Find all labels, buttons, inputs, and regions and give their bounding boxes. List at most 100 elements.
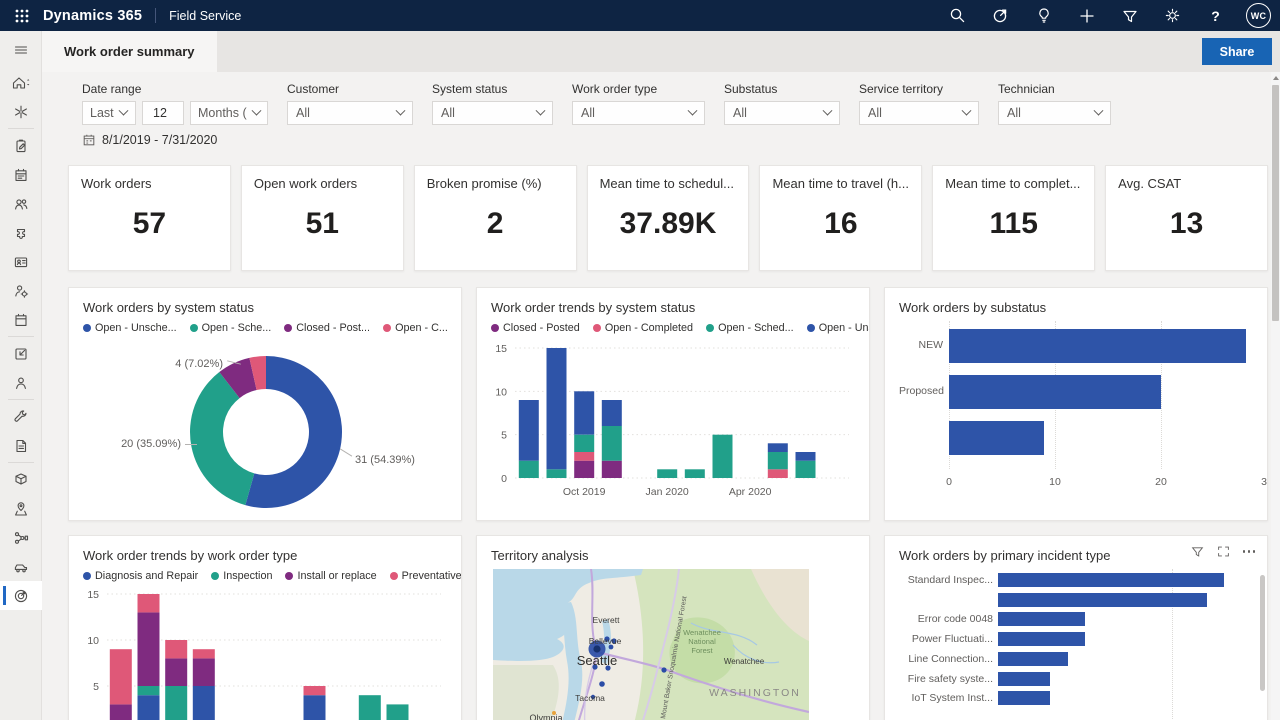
bar-segment[interactable] <box>796 461 816 478</box>
bar-segment[interactable] <box>602 426 622 461</box>
bar-segment[interactable] <box>574 435 594 452</box>
bar-segment[interactable] <box>574 461 594 478</box>
filter-icon[interactable] <box>1108 0 1151 31</box>
chart-card-substatus[interactable]: Work orders by substatus 0102030NEWPropo… <box>884 287 1268 521</box>
visual-scrollbar-thumb[interactable] <box>1260 575 1265 691</box>
sidebar-item-recent-hub-icon[interactable] <box>0 97 42 126</box>
chart-card-primary-incident-type[interactable]: Work orders by primary incident type Sta… <box>884 535 1268 720</box>
sidebar-item-dashboards-selected[interactable] <box>0 581 42 610</box>
bar-segment[interactable] <box>138 695 160 720</box>
bar[interactable] <box>998 612 1085 626</box>
sidebar-item-invoice-icon[interactable] <box>0 431 42 460</box>
bar-segment[interactable] <box>796 452 816 461</box>
sidebar-item-bookings-calendar-icon[interactable] <box>0 305 42 334</box>
kpi-card[interactable]: Mean time to complet...115 <box>932 165 1095 271</box>
chart-card-system-status-donut[interactable]: Work orders by system status Open - Unsc… <box>68 287 462 521</box>
bar-segment[interactable] <box>165 640 187 658</box>
bar[interactable] <box>998 593 1207 607</box>
kpi-card[interactable]: Avg. CSAT13 <box>1105 165 1268 271</box>
bar-segment[interactable] <box>547 348 567 469</box>
chart-card-trends-system-status[interactable]: Work order trends by system status Close… <box>476 287 870 521</box>
sidebar-item-schedule-calendar-icon[interactable] <box>0 160 42 189</box>
bar-segment[interactable] <box>713 435 733 478</box>
hamburger-menu-icon[interactable] <box>0 31 42 68</box>
scroll-up-arrow-icon[interactable] <box>1273 76 1279 80</box>
bar-segment[interactable] <box>110 704 132 720</box>
bar[interactable] <box>998 652 1068 666</box>
bar-segment[interactable] <box>165 686 187 720</box>
sidebar-item-territory-pin-icon[interactable] <box>0 494 42 523</box>
sidebar-item-tasks-clipboard-icon[interactable] <box>0 131 42 160</box>
territory-map[interactable]: Everett Bellevue Seattle Tacoma Olympia … <box>493 569 869 720</box>
more-options-icon[interactable] <box>1243 550 1256 553</box>
bar-segment[interactable] <box>519 461 539 478</box>
kpi-card[interactable]: Broken promise (%)2 <box>414 165 577 271</box>
bar-segment[interactable] <box>657 469 677 478</box>
filter-customer-dropdown[interactable]: All <box>287 101 413 125</box>
sidebar-item-dispatcher-icon[interactable] <box>0 276 42 305</box>
search-icon[interactable] <box>936 0 979 31</box>
bar-segment[interactable] <box>138 612 160 686</box>
bar[interactable] <box>998 632 1085 646</box>
visual-filter-icon[interactable] <box>1191 545 1204 558</box>
sidebar-item-inbox-icon[interactable] <box>0 339 42 368</box>
bar-segment[interactable] <box>165 658 187 686</box>
bar-segment[interactable] <box>685 469 705 478</box>
sidebar-item-iot-network-icon[interactable] <box>0 523 42 552</box>
scrollbar-thumb[interactable] <box>1272 85 1279 321</box>
share-button[interactable]: Share <box>1202 38 1272 65</box>
filter-technician-dropdown[interactable]: All <box>998 101 1111 125</box>
help-icon[interactable]: ? <box>1194 0 1237 31</box>
kpi-card[interactable]: Mean time to schedul...37.89K <box>587 165 750 271</box>
territory-analysis-card[interactable]: Territory analysis <box>476 535 870 720</box>
date-range-count-input[interactable]: 12 <box>142 101 184 125</box>
kpi-card[interactable]: Work orders57 <box>68 165 231 271</box>
bar[interactable] <box>998 672 1050 686</box>
kpi-card[interactable]: Mean time to travel (h...16 <box>759 165 922 271</box>
sidebar-item-services-puzzle-icon[interactable] <box>0 218 42 247</box>
add-icon[interactable] <box>1065 0 1108 31</box>
sidebar-item-wrench-icon[interactable] <box>0 402 42 431</box>
bar-segment[interactable] <box>547 469 567 478</box>
bar[interactable] <box>949 329 1246 363</box>
date-range-unit-dropdown[interactable]: Months (C... <box>190 101 268 125</box>
focus-mode-icon[interactable] <box>1217 545 1230 558</box>
tab-work-order-summary[interactable]: Work order summary <box>42 31 217 72</box>
bar[interactable] <box>998 573 1224 587</box>
bar-segment[interactable] <box>574 391 594 434</box>
bar-segment[interactable] <box>138 594 160 612</box>
bar-segment[interactable] <box>138 686 160 695</box>
bar-segment[interactable] <box>387 704 409 720</box>
filter-work-order-type-dropdown[interactable]: All <box>572 101 705 125</box>
vertical-scrollbar[interactable] <box>1271 72 1280 720</box>
bar[interactable] <box>949 375 1161 409</box>
bar[interactable] <box>949 421 1044 455</box>
bar-segment[interactable] <box>519 400 539 461</box>
bar-segment[interactable] <box>359 695 381 720</box>
sidebar-item-person-icon[interactable] <box>0 368 42 397</box>
bar-segment[interactable] <box>768 469 788 478</box>
bar-segment[interactable] <box>193 686 215 720</box>
bar-segment[interactable] <box>768 443 788 452</box>
bar-segment[interactable] <box>193 658 215 686</box>
bar-segment[interactable] <box>110 649 132 704</box>
sidebar-item-contact-card-icon[interactable] <box>0 247 42 276</box>
date-range-mode-dropdown[interactable]: Last <box>82 101 136 125</box>
bar-segment[interactable] <box>768 452 788 469</box>
sidebar-item-package-icon[interactable] <box>0 465 42 494</box>
compass-icon[interactable] <box>979 0 1022 31</box>
bar-segment[interactable] <box>574 452 594 461</box>
filter-system-status-dropdown[interactable]: All <box>432 101 553 125</box>
sidebar-item-home[interactable] <box>0 68 42 97</box>
bar-segment[interactable] <box>602 461 622 478</box>
account-avatar[interactable]: WC <box>1237 0 1280 31</box>
bar[interactable] <box>998 691 1050 705</box>
bar-segment[interactable] <box>304 695 326 720</box>
settings-gear-icon[interactable] <box>1151 0 1194 31</box>
chart-card-trends-work-order-type[interactable]: Work order trends by work order type Dia… <box>68 535 462 720</box>
filter-substatus-dropdown[interactable]: All <box>724 101 840 125</box>
lightbulb-icon[interactable] <box>1022 0 1065 31</box>
sidebar-item-fleet-vehicle-icon[interactable] <box>0 552 42 581</box>
bar-segment[interactable] <box>304 686 326 695</box>
sidebar-item-resources-people-icon[interactable] <box>0 189 42 218</box>
